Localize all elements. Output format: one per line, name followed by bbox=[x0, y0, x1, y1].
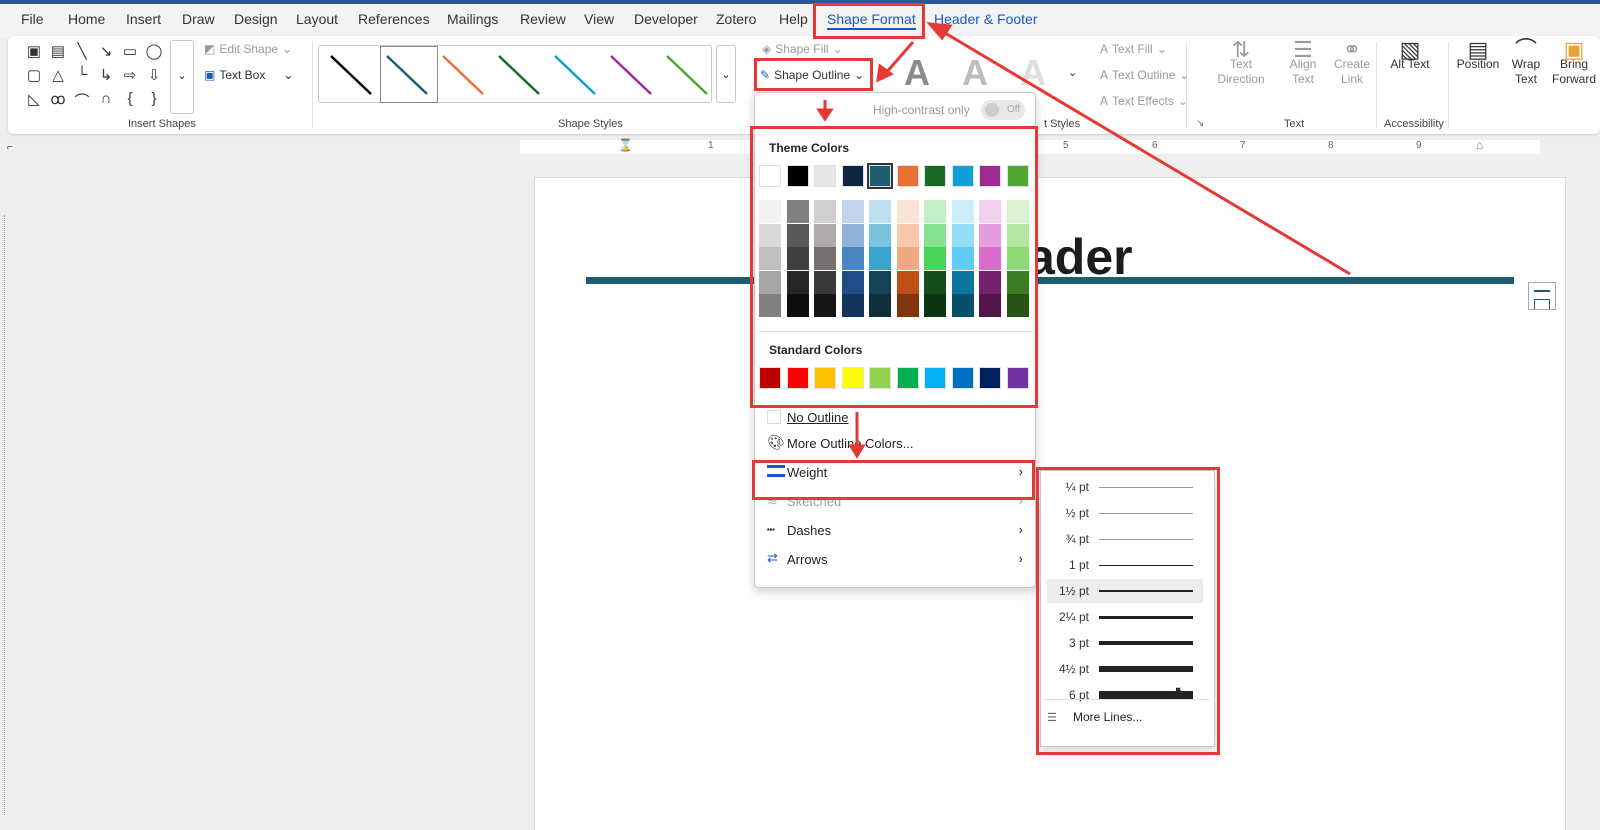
arrow-to-shape-outline bbox=[883, 41, 915, 75]
arrowhead bbox=[816, 108, 834, 122]
arrowhead bbox=[848, 444, 866, 459]
arrow-to-shape-format bbox=[939, 28, 1351, 276]
annotation-arrows bbox=[816, 22, 1351, 459]
